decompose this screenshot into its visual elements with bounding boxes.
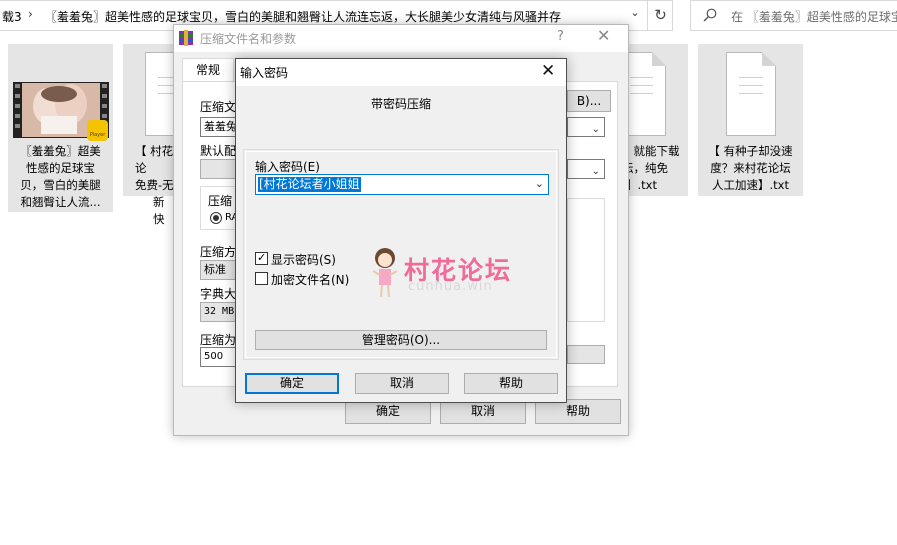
chevron-down-icon: ⌄: [591, 124, 600, 135]
file-label: 〗就能下载 坛，纯免 】.txt: [622, 144, 680, 192]
cancel-button[interactable]: 取消: [355, 373, 449, 394]
set-password-button[interactable]: [567, 345, 605, 364]
address-prefix[interactable]: 载3: [2, 8, 22, 25]
dialog-titlebar[interactable]: 输入密码 ✕: [236, 59, 566, 86]
file-label: 【 有种子却没速 度？来村花论坛 人工加速】.txt: [708, 144, 793, 192]
ok-button[interactable]: 确定: [245, 373, 339, 394]
player-badge-icon: Player: [87, 120, 108, 141]
manage-passwords-button[interactable]: 管理密码(O)...: [255, 330, 547, 350]
profile-button[interactable]: [200, 159, 238, 179]
search-input[interactable]: 在 〖羞羞兔〗超美性感的足球宝: [690, 0, 897, 31]
split-label: 压缩为: [200, 333, 237, 347]
password-value[interactable]: [村花论坛者小姐姐: [258, 177, 361, 192]
method-label: 压缩方: [200, 245, 237, 259]
password-input[interactable]: [村花论坛者小姐姐 ⌄: [255, 174, 549, 195]
close-icon[interactable]: ✕: [597, 26, 610, 45]
help-icon[interactable]: ?: [557, 29, 564, 44]
file-label: 【 村花论 免费-无 新快: [135, 144, 174, 226]
password-label: 输入密码(E): [255, 160, 320, 174]
encrypt-filenames-label[interactable]: 加密文件名(N): [271, 271, 349, 288]
format-label: 压缩: [208, 192, 233, 209]
file-item-video[interactable]: Player 〖羞羞兔〗超美 性感的足球宝 贝，雪白的美腿 和翘臀让人流...: [8, 44, 113, 212]
file-label: 〖羞羞兔〗超美 性感的足球宝 贝，雪白的美腿 和翘臀让人流...: [20, 144, 101, 209]
checkmark-icon: ✓: [257, 251, 267, 264]
dialog-titlebar[interactable]: 压缩文件名和参数 ? ✕: [174, 25, 628, 52]
watermark: 村花论坛 cunhua.win: [370, 243, 560, 303]
file-item-txt[interactable]: 〗就能下载 坛，纯免 】.txt: [617, 44, 688, 196]
encrypt-filenames-checkbox[interactable]: [255, 272, 268, 285]
archive-name-label: 压缩文: [200, 100, 237, 114]
show-password-checkbox[interactable]: ✓: [255, 251, 268, 265]
update-mode-combo[interactable]: ⌄: [567, 159, 605, 179]
address-path[interactable]: 〖羞羞兔〗超美性感的足球宝贝，雪白的美腿和翘臀让人流连忘返，大长腿美少女清纯与风…: [45, 8, 561, 25]
default-profile-label: 默认配: [200, 144, 237, 158]
dialog-header: 带密码压缩: [370, 97, 431, 111]
dictionary-label: 字典大: [200, 287, 237, 301]
breadcrumb-separator-icon[interactable]: ›: [28, 7, 33, 21]
cartoon-girl-logo-icon: [372, 248, 398, 298]
tab-general[interactable]: 常规: [182, 58, 234, 82]
chevron-down-icon[interactable]: ⌄: [625, 6, 645, 26]
split-combo[interactable]: 500: [200, 347, 240, 367]
options-box: [567, 198, 605, 322]
chevron-down-icon[interactable]: ⌄: [535, 177, 544, 190]
file-item-txt[interactable]: 【 村花论 免费-无 新快: [123, 44, 195, 226]
winrar-icon: [179, 30, 193, 46]
browse-button[interactable]: B)...: [567, 90, 611, 112]
format-radio[interactable]: [210, 212, 222, 224]
enter-password-dialog: 输入密码 ✕ 带密码压缩 输入密码(E) [村花论坛者小姐姐 ⌄ ✓ 显示密码(…: [235, 58, 567, 403]
file-item-txt[interactable]: 【 有种子却没速 度？来村花论坛 人工加速】.txt: [698, 44, 803, 196]
show-password-label[interactable]: 显示密码(S): [271, 251, 336, 268]
help-button[interactable]: 帮助: [464, 373, 558, 394]
method-combo[interactable]: 标准: [200, 260, 240, 280]
chevron-down-icon: ⌄: [591, 166, 600, 177]
text-document-icon: [726, 52, 776, 136]
archive-name-combo[interactable]: ⌄: [567, 117, 605, 137]
refresh-icon[interactable]: ↻: [647, 1, 673, 30]
search-icon: [703, 8, 717, 22]
dialog-title: 压缩文件名和参数: [200, 32, 297, 46]
close-icon[interactable]: ✕: [541, 61, 555, 81]
watermark-subtitle: cunhua.win: [408, 279, 493, 294]
search-placeholder: 在 〖羞羞兔〗超美性感的足球宝: [731, 10, 897, 24]
dictionary-combo[interactable]: 32 MB: [200, 302, 240, 322]
dialog-title: 输入密码: [240, 66, 289, 80]
